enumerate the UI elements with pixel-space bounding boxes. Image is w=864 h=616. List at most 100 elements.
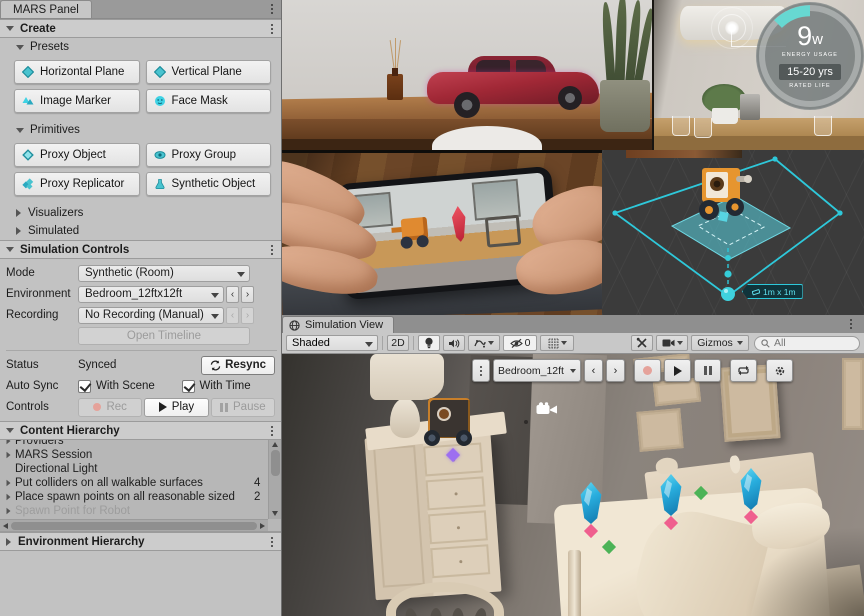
foldout-closed-icon: [7, 494, 11, 500]
overlay-settings-button[interactable]: [766, 359, 793, 382]
simulation-view-menu-icon[interactable]: [844, 317, 858, 331]
environment-next-button[interactable]: ›: [241, 286, 254, 303]
simulation-controls-menu-icon[interactable]: [265, 243, 279, 257]
environment-hierarchy-menu-icon[interactable]: [265, 535, 279, 549]
presets-foldout[interactable]: Presets: [0, 38, 281, 56]
car-wheel: [454, 92, 480, 118]
divider: [6, 350, 277, 351]
bed-post: [568, 550, 581, 616]
environment-prev-button[interactable]: ‹: [226, 286, 239, 303]
shading-mode-dropdown[interactable]: Shaded: [286, 335, 378, 351]
overlay-pause-button[interactable]: [694, 359, 721, 382]
scrollbar-thumb[interactable]: [271, 450, 280, 476]
grid-settings-button[interactable]: [540, 335, 574, 351]
controls-label: Controls: [6, 401, 78, 413]
button-label: Proxy Object: [40, 149, 106, 161]
robot-eye: [437, 407, 451, 421]
energy-usage-widget: 9 w ENERGY USAGE 15-20 yrs RATED LIFE: [756, 2, 864, 110]
toolbar-separator: [382, 336, 383, 350]
picture-frame: [636, 408, 683, 452]
recording-next-button[interactable]: ›: [241, 307, 254, 324]
simulation-view-tab-label: Simulation View: [305, 319, 383, 331]
open-timeline-button[interactable]: Open Timeline: [78, 327, 250, 345]
tab-mars-panel[interactable]: MARS Panel: [0, 0, 92, 18]
recording-dropdown[interactable]: No Recording (Manual): [78, 307, 224, 324]
primitives-foldout[interactable]: Primitives: [0, 121, 281, 139]
recording-prev-button[interactable]: ‹: [226, 307, 239, 324]
scene-viewport[interactable]: Bedroom_12ft ‹ ›: [282, 354, 864, 616]
scroll-down-icon[interactable]: [272, 511, 278, 516]
effects-dropdown-button[interactable]: [468, 335, 500, 351]
proxy-group-button[interactable]: Proxy Group: [146, 143, 272, 167]
recording-row: Recording No Recording (Manual) ‹ ›: [6, 305, 277, 325]
horizontal-plane-button[interactable]: Horizontal Plane: [14, 60, 140, 84]
proxy-replicator-button[interactable]: Proxy Replicator: [14, 172, 140, 196]
hierarchy-item-directional-light[interactable]: Directional Light: [0, 462, 268, 476]
foldout-closed-icon: [7, 508, 11, 514]
resync-button[interactable]: Resync: [201, 356, 275, 375]
simulated-foldout[interactable]: Simulated: [0, 222, 281, 240]
grid-icon: [548, 338, 559, 349]
pause-button[interactable]: Pause: [211, 398, 275, 417]
counter-front: [654, 136, 864, 150]
gizmos-dropdown-button[interactable]: Gizmos: [691, 335, 749, 351]
environment-dropdown[interactable]: Bedroom_12ftx12ft: [78, 286, 224, 303]
component-tools-button[interactable]: [631, 335, 653, 351]
overlay-prev-environment-button[interactable]: ‹: [584, 359, 603, 382]
scene-search-field[interactable]: All: [754, 336, 860, 351]
environment-hierarchy-title: Environment Hierarchy: [18, 536, 145, 548]
overlay-record-button[interactable]: [634, 359, 661, 382]
hierarchy-item-providers[interactable]: Providers: [0, 440, 268, 448]
rec-button[interactable]: Rec: [78, 398, 142, 417]
scene-robot[interactable]: [428, 398, 470, 438]
loop-icon: [737, 365, 750, 376]
hierarchy-item-spawn-point-robot[interactable]: Spawn Point for Robot: [0, 504, 268, 518]
proxy-object-button[interactable]: Proxy Object: [14, 143, 140, 167]
tab-simulation-view[interactable]: Simulation View: [282, 316, 394, 333]
hierarchy-item-put-colliders[interactable]: Put colliders on all walkable surfaces 4: [0, 476, 268, 490]
image-marker-button[interactable]: Image Marker: [14, 89, 140, 113]
simulation-controls-header[interactable]: Simulation Controls: [0, 240, 281, 259]
vertical-plane-button[interactable]: Vertical Plane: [146, 60, 272, 84]
create-menu-icon[interactable]: [265, 22, 279, 36]
with-time-checkbox-group[interactable]: With Time: [182, 380, 278, 393]
with-scene-checkbox-group[interactable]: With Scene: [78, 380, 174, 393]
content-hierarchy-viewport: Providers MARS Session Directional Light…: [0, 440, 268, 519]
synthetic-object-button[interactable]: Synthetic Object: [146, 172, 272, 196]
overlay-environment-dropdown[interactable]: Bedroom_12ft: [493, 359, 581, 382]
scene-visibility-button[interactable]: 0: [503, 335, 537, 351]
horizontal-scrollbar[interactable]: [0, 519, 268, 531]
hierarchy-item-mars-session[interactable]: MARS Session: [0, 448, 268, 462]
with-scene-checkbox[interactable]: [78, 380, 91, 393]
tools-icon: [636, 337, 648, 349]
with-time-checkbox[interactable]: [182, 380, 195, 393]
scroll-right-icon[interactable]: [260, 523, 265, 529]
environment-hierarchy-header[interactable]: Environment Hierarchy: [0, 532, 281, 551]
create-section-header[interactable]: Create: [0, 19, 281, 38]
visualizers-foldout[interactable]: Visualizers: [0, 204, 281, 222]
mars-panel-tab-label: MARS Panel: [13, 4, 79, 16]
overlay-play-button[interactable]: [664, 359, 691, 382]
lighting-toggle-button[interactable]: [418, 335, 440, 351]
scrollbar-thumb[interactable]: [11, 522, 257, 530]
overlay-drag-handle[interactable]: [472, 359, 490, 382]
play-button[interactable]: Play: [144, 398, 208, 417]
vertical-scrollbar[interactable]: [268, 440, 281, 519]
2d-toggle-button[interactable]: 2D: [387, 335, 409, 351]
audio-toggle-button[interactable]: [443, 335, 465, 351]
panel-menu-icon[interactable]: [265, 2, 279, 16]
car-wheel: [558, 86, 582, 110]
scroll-left-icon[interactable]: [3, 523, 8, 529]
photo-phone-ar: [282, 150, 602, 315]
face-mask-button[interactable]: Face Mask: [146, 89, 272, 113]
mode-dropdown[interactable]: Synthetic (Room): [78, 265, 250, 282]
overlay-loop-button[interactable]: [730, 359, 757, 382]
overlay-next-environment-button[interactable]: ›: [606, 359, 625, 382]
scroll-up-icon[interactable]: [272, 442, 278, 447]
camera-settings-button[interactable]: [656, 335, 688, 351]
hierarchy-item-place-spawn-points[interactable]: Place spawn points on all reasonable siz…: [0, 490, 268, 504]
ruler-icon: [752, 288, 760, 296]
button-label: Horizontal Plane: [40, 66, 124, 78]
content-hierarchy-header[interactable]: Content Hierarchy: [0, 421, 281, 440]
content-hierarchy-menu-icon[interactable]: [265, 424, 279, 438]
